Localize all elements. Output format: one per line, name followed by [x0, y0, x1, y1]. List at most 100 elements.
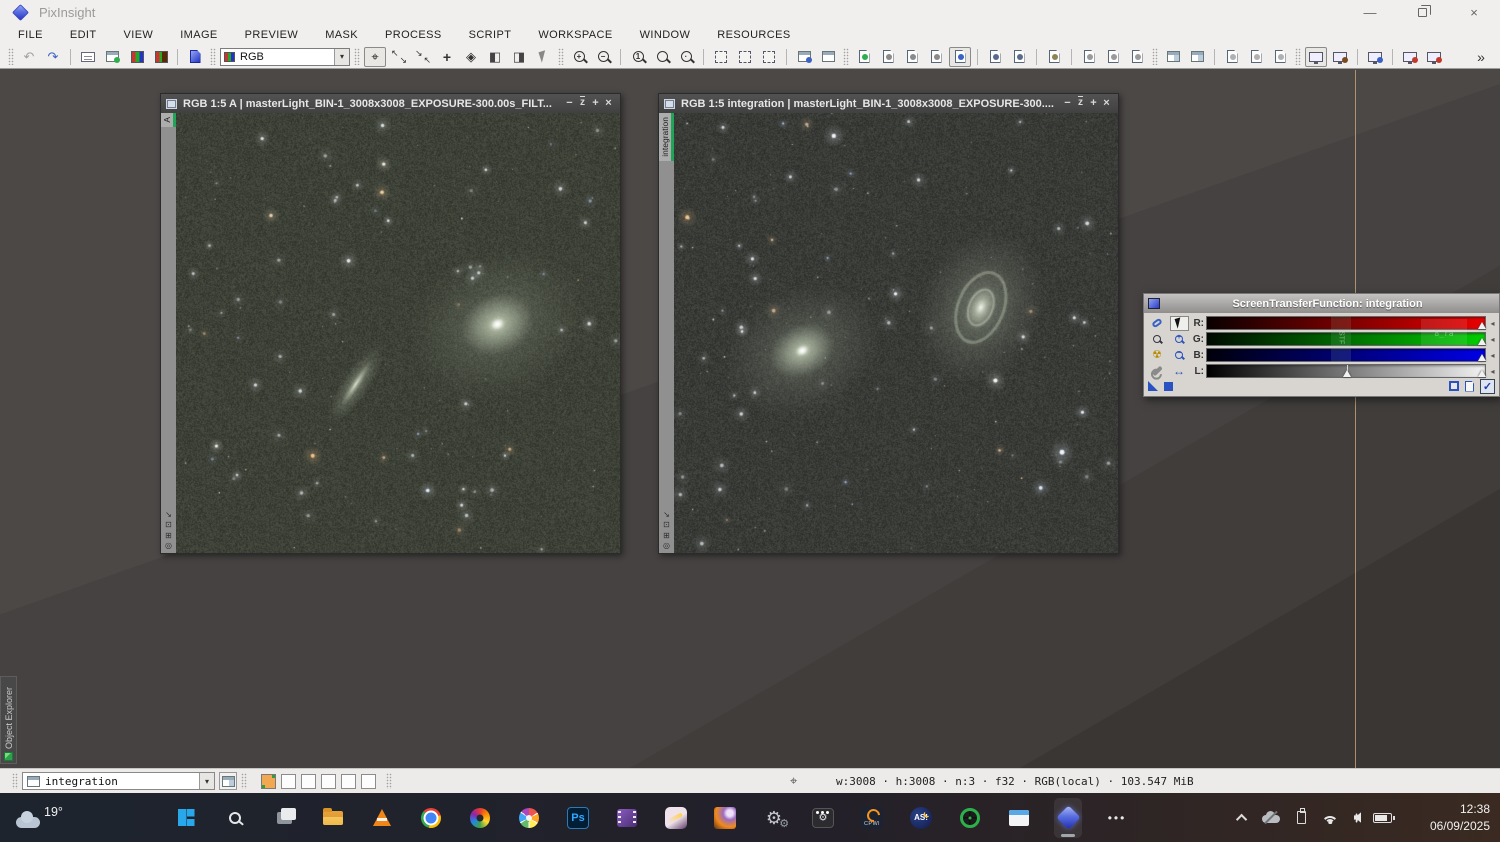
link-rgb-icon[interactable] — [1148, 316, 1167, 331]
highlights-clip-icon[interactable] — [1164, 382, 1173, 391]
workspace-5-button[interactable] — [341, 774, 356, 789]
sync-icon[interactable]: ◎ — [663, 541, 670, 550]
image-window-a-titlebar[interactable]: RGB 1:5 A | masterLight_BIN-1_3008x3008_… — [161, 94, 620, 113]
taskbar-photos[interactable] — [515, 798, 543, 838]
taskbar-pixinsight[interactable] — [1054, 798, 1082, 838]
statusbar-drag-handle[interactable] — [386, 773, 392, 789]
menu-edit[interactable]: EDIT — [70, 29, 97, 41]
menu-image[interactable]: IMAGE — [180, 29, 217, 41]
process-doc2-icon[interactable] — [1102, 47, 1124, 67]
zoom-in-tool-icon[interactable] — [1148, 332, 1167, 347]
process-explorer-icon[interactable] — [949, 47, 971, 67]
menu-resources[interactable]: RESOURCES — [717, 29, 790, 41]
taskbar-color-wheel[interactable] — [466, 798, 494, 838]
menu-preview[interactable]: PREVIEW — [245, 29, 299, 41]
screen-mask-icon[interactable] — [1329, 47, 1351, 67]
toolbar-drag-handle[interactable] — [8, 48, 14, 65]
toolbar-drag-handle[interactable] — [843, 48, 849, 65]
zoom-button[interactable]: + — [589, 98, 602, 109]
mask-display-icon[interactable]: ◧ — [484, 47, 506, 67]
statusbar-drag-handle[interactable] — [241, 773, 247, 789]
image-window-a[interactable]: RGB 1:5 A | masterLight_BIN-1_3008x3008_… — [160, 93, 621, 554]
workspace-doc2-icon[interactable] — [1245, 47, 1267, 67]
edit-preview-icon[interactable] — [734, 47, 756, 67]
select-mode-icon[interactable] — [532, 47, 554, 67]
process-new-icon[interactable] — [853, 47, 875, 67]
track-view-icon[interactable] — [1449, 381, 1459, 391]
edit-stf-cursor-icon[interactable] — [1170, 316, 1189, 331]
taskbar-start[interactable] — [172, 798, 200, 838]
taskbar-astro-imager[interactable] — [711, 798, 739, 838]
battery-icon[interactable] — [1373, 813, 1392, 823]
fit-selection-icon[interactable]: ↘↖ — [412, 47, 434, 67]
image-view-integration[interactable] — [674, 113, 1118, 553]
toolbar-drag-handle[interactable] — [1152, 48, 1158, 65]
menu-mask[interactable]: MASK — [325, 29, 358, 41]
zoom-fit-icon[interactable] — [651, 47, 673, 67]
volume-icon[interactable] — [1354, 812, 1358, 824]
toolbar-drag-handle[interactable] — [1295, 48, 1301, 65]
view-tab-a[interactable]: A — [161, 113, 176, 127]
zoom-out-tool-icon[interactable]: − — [1170, 348, 1189, 363]
taskbar-gears-app[interactable]: ⚙ — [760, 798, 788, 838]
view-tab-integration[interactable]: integration — [659, 113, 674, 161]
screen-capture-icon[interactable] — [1364, 47, 1386, 67]
shade-view-icon[interactable] — [817, 47, 839, 67]
zoom-button[interactable]: + — [1087, 98, 1100, 109]
zoom-optimal-icon[interactable]: · — [675, 47, 697, 67]
stf-reset-icon[interactable]: ◂ — [1488, 367, 1497, 376]
stf-reset-icon[interactable]: ◂ — [1488, 335, 1497, 344]
statusbar-drag-handle[interactable] — [12, 773, 18, 789]
taskbar-video-editor[interactable] — [613, 798, 641, 838]
active-view-select[interactable]: integration ▾ — [22, 772, 215, 790]
duplicate-icon[interactable]: ⊞ — [663, 531, 670, 540]
history-forward-icon[interactable] — [1008, 47, 1030, 67]
usb-icon[interactable] — [1297, 811, 1306, 824]
minimize-button[interactable]: − — [1061, 98, 1074, 109]
process-break-icon[interactable] — [925, 47, 947, 67]
weather-widget[interactable]: 19° — [16, 799, 76, 836]
close-button[interactable]: × — [602, 98, 615, 109]
minimize-button[interactable]: — — [1344, 0, 1396, 25]
minimize-button[interactable]: − — [563, 98, 576, 109]
enable-stf-check-icon[interactable]: ✓ — [1480, 379, 1495, 394]
workspace[interactable]: RGB 1:5 A | masterLight_BIN-1_3008x3008_… — [0, 70, 1500, 768]
stf-red-bar[interactable] — [1206, 316, 1486, 330]
taskbar-comet-app[interactable] — [662, 798, 690, 838]
onedrive-icon[interactable] — [1262, 811, 1282, 824]
pan-mode-icon[interactable]: ⌖ — [364, 47, 386, 67]
crop-icon[interactable]: ⊡ — [165, 520, 172, 529]
auto-stretch-icon[interactable]: ☢ — [1148, 348, 1167, 363]
crop-icon[interactable]: ⊡ — [663, 520, 670, 529]
screen-close-all-icon[interactable] — [1423, 47, 1445, 67]
toolbar-drag-handle[interactable] — [354, 48, 360, 65]
zoom-1-1-icon[interactable]: 1 — [627, 47, 649, 67]
taskbar-chrome[interactable] — [417, 798, 445, 838]
new-instance-icon[interactable] — [184, 47, 206, 67]
image-view-a[interactable] — [176, 113, 620, 553]
dropdown-arrow-icon[interactable]: ▾ — [199, 773, 214, 789]
workspace-doc1-icon[interactable] — [1221, 47, 1243, 67]
process-doc1-icon[interactable] — [1078, 47, 1100, 67]
taskbar-phd2-guiding[interactable] — [956, 798, 984, 838]
stf-green-bar[interactable] — [1206, 332, 1486, 346]
clock[interactable]: 12:38 06/09/2025 — [1430, 793, 1490, 842]
workspace-2-button[interactable] — [281, 774, 296, 789]
shadows-clip-icon[interactable] — [1148, 381, 1158, 391]
sync-icon[interactable]: ◎ — [165, 541, 172, 550]
taskbar-app-window[interactable] — [1005, 798, 1033, 838]
process-clone-icon[interactable] — [901, 47, 923, 67]
taskbar-autostakkert[interactable]: AS! — [907, 798, 935, 838]
menu-view[interactable]: VIEW — [124, 29, 154, 41]
workspace-1-button[interactable] — [261, 774, 276, 789]
wifi-icon[interactable] — [1321, 811, 1339, 824]
taskbar-task-view[interactable] — [270, 798, 298, 838]
object-explorer-tab[interactable]: Object Explorer — [0, 676, 17, 764]
workspace-6-button[interactable] — [361, 774, 376, 789]
process-edit-icon[interactable] — [877, 47, 899, 67]
move-image-icon[interactable]: + — [436, 47, 458, 67]
dropdown-arrow-icon[interactable]: ▾ — [334, 49, 349, 65]
menu-process[interactable]: PROCESS — [385, 29, 442, 41]
toolbar-overflow-button[interactable]: » — [1470, 47, 1492, 67]
screen-close-icon[interactable] — [1399, 47, 1421, 67]
